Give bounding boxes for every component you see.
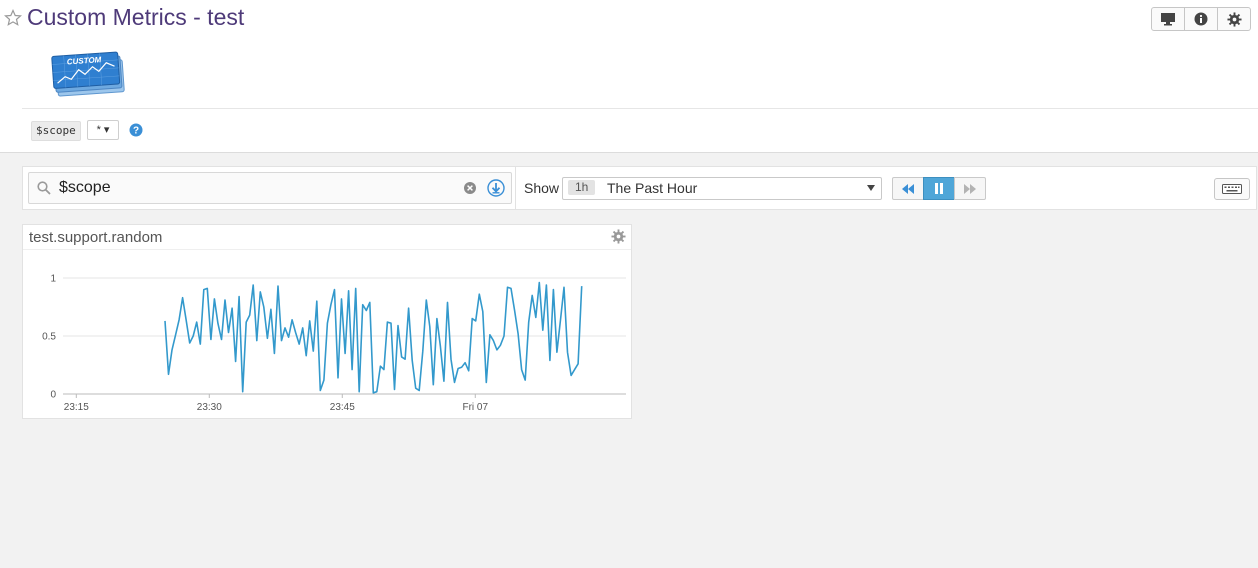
toolbar-divider	[515, 167, 516, 209]
search-icon	[37, 181, 51, 195]
rewind-icon	[902, 183, 914, 194]
monitor-icon	[1161, 13, 1175, 26]
widget-title: test.support.random	[29, 229, 163, 246]
header-button-group	[1151, 7, 1251, 31]
star-icon[interactable]	[4, 9, 22, 27]
gear-icon	[1226, 11, 1242, 27]
caret-down-icon	[867, 185, 875, 191]
search-box	[28, 172, 512, 204]
search-toolbar: Show 1h The Past Hour	[22, 166, 1257, 210]
x-tick-label: 23:15	[64, 402, 89, 413]
dashboard-header: Custom Metrics - test CUSTOM $scope * ▾ …	[0, 0, 1258, 153]
forward-icon	[964, 183, 976, 194]
x-tick-label: Fri 07	[462, 402, 488, 413]
series-line	[164, 281, 583, 394]
clear-icon[interactable]	[463, 181, 477, 195]
custom-metrics-logo: CUSTOM	[51, 51, 125, 97]
help-icon[interactable]: ?	[129, 123, 143, 137]
rewind-button[interactable]	[892, 177, 924, 200]
x-tick-label: 23:45	[330, 402, 355, 413]
pause-icon	[935, 183, 943, 194]
forward-button[interactable]	[954, 177, 986, 200]
template-variable-select[interactable]: * ▾	[87, 120, 119, 140]
x-tick-label: 23:30	[197, 402, 222, 413]
template-variable-label: $scope	[31, 121, 81, 141]
y-tick-label: 1	[50, 274, 56, 285]
playback-controls	[892, 177, 986, 200]
keyboard-shortcuts-button[interactable]	[1214, 178, 1250, 200]
y-tick-label: 0	[50, 390, 56, 401]
header-divider	[22, 108, 1258, 109]
pause-button[interactable]	[923, 177, 955, 200]
search-input[interactable]	[59, 178, 449, 198]
info-icon	[1194, 12, 1208, 26]
keyboard-icon	[1222, 184, 1242, 194]
save-icon[interactable]	[487, 179, 505, 197]
line-chart: 0 0.5 1 23:15 23:30 23:45 Fri 07	[42, 274, 626, 413]
svg-text:?: ?	[133, 126, 139, 137]
show-label: Show	[524, 180, 560, 196]
y-tick-label: 0.5	[42, 332, 56, 343]
timeseries-widget: test.support.random 0 0.5 1 23:15 23:30 23:45…	[22, 224, 632, 419]
timeframe-badge: 1h	[568, 180, 596, 195]
page-title: Custom Metrics - test	[27, 4, 245, 30]
info-button[interactable]	[1184, 7, 1218, 31]
timeframe-label: The Past Hour	[607, 180, 698, 196]
tv-mode-button[interactable]	[1151, 7, 1185, 31]
timeframe-select[interactable]: 1h The Past Hour	[562, 177, 882, 200]
widget-gear-icon[interactable]	[611, 229, 626, 244]
settings-button[interactable]	[1217, 7, 1251, 31]
